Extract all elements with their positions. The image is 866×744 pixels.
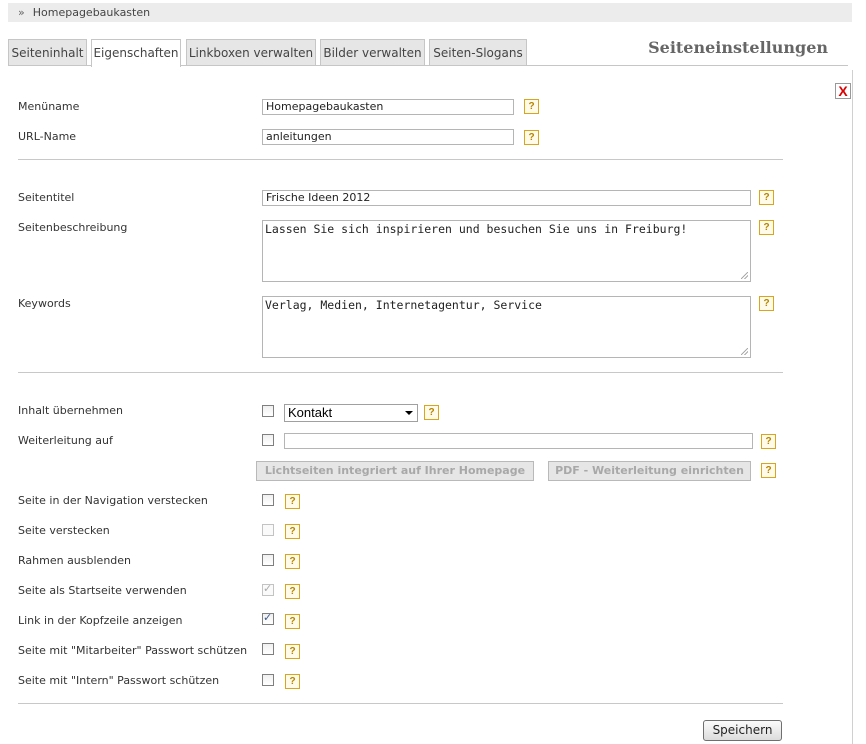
close-icon[interactable]: X xyxy=(835,83,851,99)
breadcrumb: » Homepagebaukasten xyxy=(8,3,852,22)
weiterleitung-input[interactable] xyxy=(284,433,753,449)
inhalt-select-value: Kontakt xyxy=(288,405,333,420)
help-icon[interactable]: ? xyxy=(285,614,300,629)
seitenbeschreibung-text: Lassen Sie sich inspirieren und besuchen… xyxy=(265,222,688,236)
divider xyxy=(18,703,783,704)
resize-grip-icon[interactable] xyxy=(741,348,748,355)
inhalt-checkbox[interactable] xyxy=(262,405,274,417)
option-label: Seite verstecken xyxy=(18,524,110,537)
breadcrumb-separator: » xyxy=(18,6,25,19)
checkmark-icon: ✓ xyxy=(263,582,273,595)
help-icon[interactable]: ? xyxy=(759,220,774,235)
menuname-label: Menüname xyxy=(18,100,80,113)
option-header-link-checkbox[interactable]: ✓ xyxy=(262,611,274,625)
option-label: Rahmen ausblenden xyxy=(18,554,132,567)
urlname-label: URL-Name xyxy=(18,130,77,143)
weiterleitung-checkbox[interactable] xyxy=(262,434,274,446)
help-icon[interactable]: ? xyxy=(759,296,774,311)
inhalt-select[interactable]: Kontakt xyxy=(284,404,418,422)
menuname-input[interactable]: Homepagebaukasten xyxy=(262,99,514,115)
tab-bilder[interactable]: Bilder verwalten xyxy=(320,39,425,65)
option-label: Seite als Startseite verwenden xyxy=(18,584,187,597)
page-title: Seiteneinstellungen xyxy=(648,38,828,57)
checkmark-icon: ✓ xyxy=(263,611,273,624)
panel-border xyxy=(852,70,853,744)
seitentitel-input[interactable]: Frische Ideen 2012 xyxy=(262,190,751,206)
tab-seiteninhalt[interactable]: Seiteninhalt xyxy=(8,39,87,65)
option-label: Seite in der Navigation verstecken xyxy=(18,494,208,507)
option-page-hide-checkbox[interactable] xyxy=(262,524,274,536)
weiterleitung-label: Weiterleitung auf xyxy=(18,434,113,447)
help-icon[interactable]: ? xyxy=(285,644,300,659)
help-icon[interactable]: ? xyxy=(424,405,439,420)
keywords-text: Verlag, Medien, Internetagentur, Service xyxy=(265,298,542,312)
option-intern-password-checkbox[interactable] xyxy=(262,674,274,686)
help-icon[interactable]: ? xyxy=(285,554,300,569)
divider xyxy=(18,372,783,373)
help-icon[interactable]: ? xyxy=(285,494,300,509)
inhalt-label: Inhalt übernehmen xyxy=(18,404,124,417)
tab-eigenschaften[interactable]: Eigenschaften xyxy=(91,39,181,67)
help-icon[interactable]: ? xyxy=(524,99,539,114)
save-button[interactable]: Speichern xyxy=(703,720,782,741)
help-icon[interactable]: ? xyxy=(761,434,776,449)
option-mitarbeiter-password-checkbox[interactable] xyxy=(262,643,274,655)
tab-linkboxen[interactable]: Linkboxen verwalten xyxy=(186,39,316,65)
divider xyxy=(18,159,783,160)
help-icon[interactable]: ? xyxy=(285,524,300,539)
help-icon[interactable]: ? xyxy=(524,130,539,145)
urlname-input[interactable]: anleitungen xyxy=(262,129,514,145)
pdf-weiterleitung-button[interactable]: PDF - Weiterleitung einrichten xyxy=(548,461,751,481)
breadcrumb-item[interactable]: Homepagebaukasten xyxy=(33,6,150,19)
help-icon[interactable]: ? xyxy=(285,674,300,689)
keywords-textarea[interactable]: Verlag, Medien, Internetagentur, Service xyxy=(262,296,751,358)
lichtseiten-button[interactable]: Lichtseiten integriert auf Ihrer Homepag… xyxy=(256,461,534,481)
option-nav-hide-checkbox[interactable] xyxy=(262,494,274,506)
help-icon[interactable]: ? xyxy=(759,190,774,205)
seitenbeschreibung-textarea[interactable]: Lassen Sie sich inspirieren und besuchen… xyxy=(262,220,751,282)
option-label: Seite mit "Intern" Passwort schützen xyxy=(18,674,220,687)
chevron-down-icon xyxy=(405,411,413,415)
option-label: Link in der Kopfzeile anzeigen xyxy=(18,614,183,627)
keywords-label: Keywords xyxy=(18,297,71,310)
help-icon[interactable]: ? xyxy=(761,463,776,478)
option-frame-hide-checkbox[interactable] xyxy=(262,554,274,566)
help-icon[interactable]: ? xyxy=(285,584,300,599)
resize-grip-icon[interactable] xyxy=(741,272,748,279)
option-startpage-checkbox[interactable]: ✓ xyxy=(262,582,274,596)
option-label: Seite mit "Mitarbeiter" Passwort schütze… xyxy=(18,644,248,657)
tab-slogans[interactable]: Seiten-Slogans xyxy=(429,39,527,65)
seitentitel-label: Seitentitel xyxy=(18,191,75,204)
seitenbeschreibung-label: Seitenbeschreibung xyxy=(18,221,128,234)
